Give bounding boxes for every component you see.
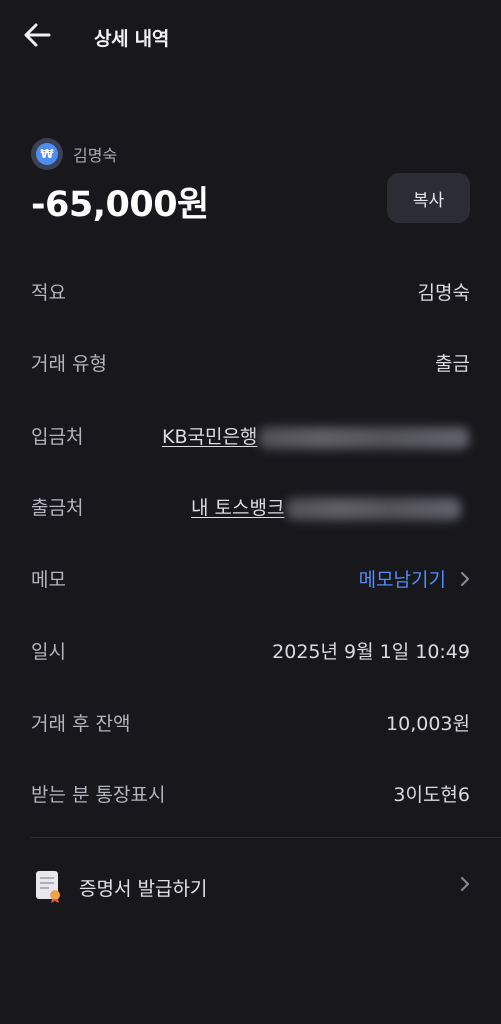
account-name: 김명숙 <box>73 146 118 165</box>
detail-value: 김명숙 <box>417 282 470 304</box>
withdraw-bank-name[interactable]: 내 토스뱅크 <box>191 497 284 519</box>
detail-row-withdraw-from: 출금처 내 토스뱅크 <box>31 485 470 525</box>
arrow-left-icon <box>24 23 51 47</box>
detail-row-type: 거래 유형 출금 <box>31 341 470 381</box>
back-button[interactable] <box>20 18 54 52</box>
app-header: 상세 내역 <box>0 0 501 72</box>
detail-label: 받는 분 통장표시 <box>31 784 166 806</box>
detail-label: 적요 <box>31 282 66 304</box>
detail-value: 10,003원 <box>386 713 470 735</box>
deposit-bank-name[interactable]: KB국민은행 <box>162 426 257 448</box>
detail-value: 출금 <box>435 353 470 375</box>
detail-value: 3이도현6 <box>393 784 470 806</box>
redacted-account-number <box>286 497 462 520</box>
detail-label: 입금처 <box>31 426 84 448</box>
detail-label: 거래 후 잔액 <box>31 713 131 735</box>
certificate-label: 증명서 발급하기 <box>79 878 208 900</box>
transaction-amount: -65,000원 <box>31 185 209 225</box>
detail-row-memo: 메모 메모남기기 <box>31 557 470 597</box>
chevron-right-icon <box>460 876 470 896</box>
detail-label: 일시 <box>31 641 66 663</box>
detail-value: 2025년 9월 1일 10:49 <box>272 641 470 663</box>
detail-row-deposit-to: 입금처 KB국민은행 <box>31 414 470 454</box>
detail-row-recipient-display: 받는 분 통장표시 3이도현6 <box>31 772 470 812</box>
detail-label: 메모 <box>31 569 66 591</box>
memo-button[interactable]: 메모남기기 <box>359 565 470 592</box>
copy-button[interactable]: 복사 <box>387 173 470 223</box>
redacted-account-number <box>259 426 470 449</box>
detail-label: 거래 유형 <box>31 353 107 375</box>
account-line: ₩ 김명숙 <box>31 138 117 170</box>
won-icon-glyph: ₩ <box>36 143 58 165</box>
memo-link-text[interactable]: 메모남기기 <box>359 565 446 592</box>
section-divider <box>31 837 501 838</box>
detail-row-datetime: 일시 2025년 9월 1일 10:49 <box>31 629 470 669</box>
page-title: 상세 내역 <box>94 28 170 50</box>
detail-row-balance: 거래 후 잔액 10,003원 <box>31 701 470 741</box>
issue-certificate-button[interactable]: 증명서 발급하기 <box>31 862 470 912</box>
won-icon: ₩ <box>31 138 63 170</box>
detail-label: 출금처 <box>31 497 84 519</box>
chevron-right-icon <box>460 571 470 587</box>
deposit-account-link[interactable]: KB국민은행 <box>162 422 470 449</box>
withdraw-account-link[interactable]: 내 토스뱅크 <box>191 493 462 520</box>
detail-row-summary: 적요 김명숙 <box>31 270 470 310</box>
certificate-icon <box>36 871 60 903</box>
